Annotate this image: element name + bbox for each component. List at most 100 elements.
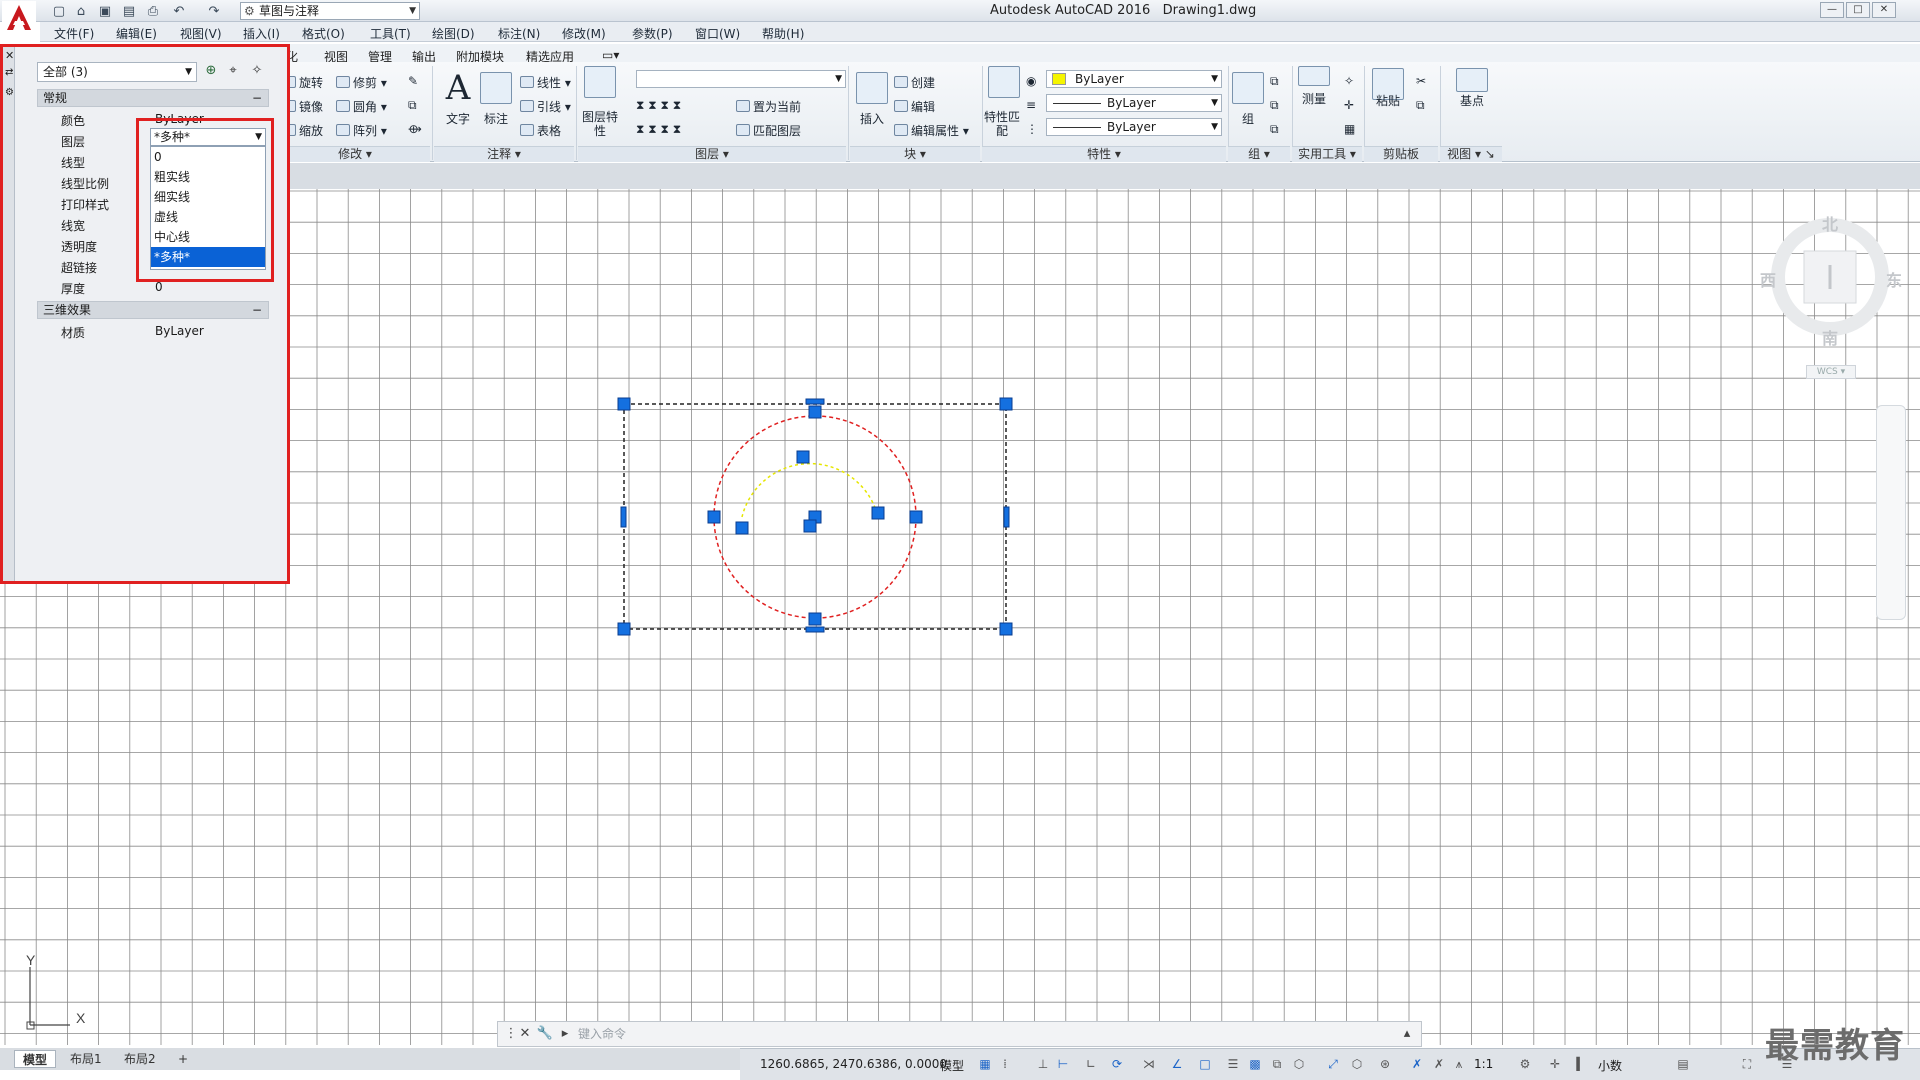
3d-osnap-icon[interactable]: ⬡ [1292, 1057, 1306, 1071]
clean-screen-icon[interactable]: ⛶ [1740, 1057, 1754, 1071]
quick-properties-icon[interactable]: ▤ [1676, 1057, 1690, 1071]
layer-option[interactable]: 细实线 [151, 187, 265, 207]
insert-label[interactable]: 插入 [852, 110, 892, 127]
maximize-button[interactable]: □ [1846, 2, 1870, 18]
model-space-button[interactable]: 模型 [940, 1057, 964, 1074]
color-wheel-icon[interactable]: ◉ [1026, 74, 1036, 88]
command-input[interactable]: 键入命令 [578, 1025, 1398, 1043]
paste-label[interactable]: 粘贴 [1366, 92, 1410, 109]
auto-scale-icon[interactable]: ✗ [1432, 1057, 1446, 1071]
new-file-icon[interactable]: ▢ [50, 3, 68, 19]
compass-east[interactable]: 东 [1886, 267, 1902, 291]
group-icon[interactable] [1232, 72, 1264, 104]
edit-block-button[interactable]: 编辑 [894, 98, 935, 115]
polar-icon[interactable]: ⟳ [1110, 1057, 1124, 1071]
panel-title-view[interactable]: 视图 ▾ ↘ [1440, 146, 1502, 162]
match-properties-icon[interactable] [988, 66, 1020, 98]
copy-icon[interactable]: ⧉ [408, 98, 417, 113]
save-icon[interactable]: ▣ [96, 3, 114, 19]
group-select-icon[interactable]: ⧉ [1270, 122, 1279, 137]
layer-properties-icon[interactable] [584, 66, 616, 98]
cursor-coordinates[interactable]: 1260.6865, 2470.6386, 0.0000 [760, 1057, 947, 1071]
layer-properties-label[interactable]: 图层特性 [578, 110, 622, 138]
object-snap-icon[interactable]: □ [1198, 1057, 1212, 1071]
dimension-button-label[interactable]: 标注 [478, 110, 514, 127]
compass-north[interactable]: 北 [1822, 211, 1838, 235]
add-layout-button[interactable]: + [170, 1050, 196, 1068]
match-layer-button[interactable]: 匹配图层 [736, 122, 801, 139]
compass-west[interactable]: 西 [1760, 267, 1776, 291]
navigation-bar[interactable] [1876, 405, 1906, 620]
selection-filter-dropdown[interactable]: 全部 (3) ▼ [37, 62, 197, 82]
text-button-label[interactable]: 文字 [440, 110, 476, 127]
lineweight-dropdown[interactable]: ByLayer ▼ [1046, 118, 1222, 136]
minimize-button[interactable]: — [1820, 2, 1844, 18]
text-icon[interactable]: A [440, 68, 476, 108]
select-objects-icon[interactable]: ⌖ [225, 63, 241, 79]
section-general[interactable]: 常规 − [37, 89, 269, 107]
settings-icon[interactable]: ⚙ [5, 87, 14, 98]
close-icon[interactable]: ✕ [5, 49, 14, 62]
property-row-material[interactable]: 材质 ByLayer [37, 321, 269, 341]
color-dropdown[interactable]: ByLayer ▼ [1046, 70, 1222, 88]
panel-title-clipboard[interactable]: 剪贴板 [1364, 146, 1438, 162]
palette-title-strip[interactable]: ✕ ⇄ ⚙ [3, 47, 15, 581]
tab-layout1[interactable]: 布局1 [62, 1050, 110, 1068]
menu-tools[interactable]: 工具(T) [370, 25, 411, 42]
selection-filter-icon[interactable]: ⬡ [1350, 1057, 1364, 1071]
annotation-scale-icon[interactable]: ⩚ [1452, 1057, 1466, 1071]
array-button[interactable]: 阵列 ▾ [336, 122, 387, 139]
menu-modify[interactable]: 修改(M) [562, 25, 606, 42]
layer-tools-row1[interactable]: ⧗ ⧗ ⧗ ⧗ [636, 98, 681, 113]
copy-clip-icon[interactable]: ⧉ [1416, 98, 1425, 113]
panel-title-utilities[interactable]: 实用工具 ▾ [1292, 146, 1362, 162]
gizmo-icon[interactable]: ⊛ [1378, 1057, 1392, 1071]
tab-model[interactable]: 模型 [14, 1050, 57, 1068]
group-label[interactable]: 组 [1230, 110, 1266, 127]
menu-parametric[interactable]: 参数(P) [632, 25, 673, 42]
autohide-icon[interactable]: ⇄ [5, 67, 13, 78]
fillet-button[interactable]: 圆角 ▾ [336, 98, 387, 115]
set-current-button[interactable]: 置为当前 [736, 98, 801, 115]
base-point-label[interactable]: 基点 [1450, 92, 1494, 109]
group-edit-icon[interactable]: ⧉ [1270, 98, 1279, 113]
ungroup-icon[interactable]: ⧉ [1270, 74, 1279, 89]
compass-south[interactable]: 南 [1822, 325, 1838, 349]
menu-window[interactable]: 窗口(W) [695, 25, 740, 42]
isolate-icon[interactable]: ▍ [1574, 1057, 1588, 1071]
trim-button[interactable]: 修剪 ▾ [336, 74, 387, 91]
wcs-menu[interactable]: WCS ▾ [1806, 365, 1856, 379]
plot-icon[interactable]: ⎙ [144, 3, 162, 19]
measure-icon[interactable] [1298, 66, 1330, 86]
menu-help[interactable]: 帮助(H) [762, 25, 804, 42]
dimension-icon[interactable] [480, 72, 512, 104]
menu-insert[interactable]: 插入(I) [243, 25, 280, 42]
point-icon[interactable]: ✛ [1344, 98, 1354, 112]
match-properties-label[interactable]: 特性匹配 [982, 110, 1022, 138]
menu-view[interactable]: 视图(V) [180, 25, 222, 42]
workspace-switch-icon[interactable]: ⚙ [1518, 1057, 1532, 1071]
create-block-button[interactable]: 创建 [894, 74, 935, 91]
panel-title-groups[interactable]: 组 ▾ [1228, 146, 1290, 162]
grid-icon[interactable]: ▦ [978, 1057, 992, 1071]
workspace-dropdown[interactable]: ⚙ 草图与注释 ▼ [240, 2, 420, 20]
command-history-icon[interactable]: ▴ [1398, 1025, 1416, 1043]
viewcube[interactable]: 北 南 东 西 WCS ▾ [1750, 205, 1910, 380]
menu-draw[interactable]: 绘图(D) [432, 25, 475, 42]
lineweight-status-icon[interactable]: ☰ [1226, 1057, 1240, 1071]
menu-file[interactable]: 文件(F) [54, 25, 94, 42]
quick-select-icon[interactable]: ✧ [249, 63, 265, 79]
ortho-icon[interactable]: ∟ [1084, 1057, 1098, 1071]
layer-option[interactable]: 粗实线 [151, 167, 265, 187]
customize-icon[interactable]: 🔧 [536, 1025, 554, 1043]
close-icon[interactable]: ✕ [516, 1025, 534, 1043]
base-point-icon[interactable] [1456, 68, 1488, 92]
snap-icon[interactable]: ⁞ [998, 1057, 1012, 1071]
selection-cycling-icon[interactable]: ⧉ [1270, 1057, 1284, 1071]
insert-block-icon[interactable] [856, 72, 888, 104]
units-value[interactable]: 小数 [1598, 1057, 1622, 1074]
panel-title-modify[interactable]: 修改 ▾ [280, 146, 430, 162]
panel-title-layers[interactable]: 图层 ▾ [578, 146, 846, 162]
menu-format[interactable]: 格式(O) [302, 25, 345, 42]
toggle-pickadd-icon[interactable]: ⊕ [203, 63, 219, 79]
